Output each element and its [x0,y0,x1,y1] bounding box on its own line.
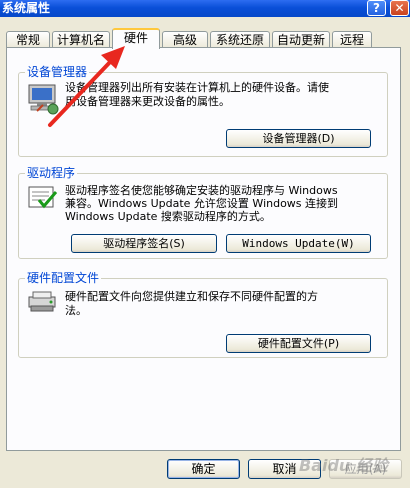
tab-strip: 常规 计算机名 硬件 高级 系统还原 自动更新 远程 [0,27,410,49]
tab-hardware[interactable]: 硬件 [112,28,160,49]
hardware-profiles-desc-line1: 硬件配置文件向您提供建立和保存不同硬件配置的方 [65,290,318,303]
windows-update-button[interactable]: Windows Update(W) [226,234,371,253]
tab-automatic-updates[interactable]: 自动更新 [272,31,330,48]
title-bar[interactable]: 系统属性 ? ✕ [0,0,410,17]
device-manager-button[interactable]: 设备管理器(D) [226,129,371,148]
watermark: Baidu 经验 [299,456,388,475]
hardware-tab-panel: 设备管理器 设备管理器列出所有安装在计算机上的硬件设备。请使 用设备管理器来更改… [6,47,401,451]
device-manager-title: 设备管理器 [25,65,90,79]
hardware-profiles-title: 硬件配置文件 [25,271,102,285]
driver-signing-icon [28,186,58,209]
tab-general[interactable]: 常规 [6,31,50,48]
device-manager-desc-line1: 设备管理器列出所有安装在计算机上的硬件设备。请使 [65,81,329,94]
drivers-desc-line2: 兼容。Windows Update 允许您设置 Windows 连接到 [65,197,339,210]
tab-computer-name[interactable]: 计算机名 [52,31,110,48]
device-manager-icon [28,84,59,115]
tab-system-restore[interactable]: 系统还原 [210,31,270,48]
hardware-profiles-button[interactable]: 硬件配置文件(P) [226,334,371,353]
device-manager-desc-line2: 用设备管理器来更改设备的属性。 [65,95,230,108]
drivers-desc-line1: 驱动程序签名使您能够确定安装的驱动程序与 Windows [65,184,338,197]
device-manager-group: 设备管理器 设备管理器列出所有安装在计算机上的硬件设备。请使 用设备管理器来更改… [18,65,388,157]
driver-signing-button[interactable]: 驱动程序签名(S) [71,234,217,253]
window-title: 系统属性 [2,1,51,15]
drivers-desc-line3: Windows Update 搜索驱动程序的方式。 [65,210,271,223]
hardware-profiles-desc-line2: 法。 [65,304,87,317]
hardware-profile-icon [28,291,56,312]
drivers-title: 驱动程序 [25,166,78,180]
help-button[interactable]: ? [367,0,386,16]
drivers-group: 驱动程序 驱动程序签名使您能够确定安装的驱动程序与 Windows 兼容。Win… [18,166,388,259]
tab-advanced[interactable]: 高级 [162,31,208,48]
ok-button[interactable]: 确定 [167,459,240,479]
hardware-profiles-group: 硬件配置文件 硬件配置文件向您提供建立和保存不同硬件配置的方 法。 硬件配置文件… [18,271,388,358]
tab-remote[interactable]: 远程 [332,31,372,48]
close-button[interactable]: ✕ [390,0,409,16]
